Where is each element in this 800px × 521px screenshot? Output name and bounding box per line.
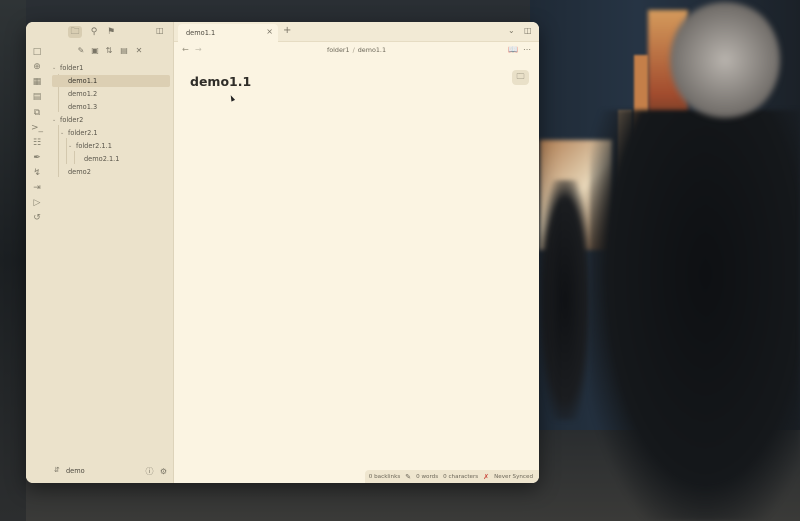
- status-bar: 0 backlinks ✎ 0 words 0 characters ✗ Nev…: [364, 470, 539, 483]
- chevron-down-icon: ⌄: [52, 117, 57, 123]
- canvas-icon[interactable]: ▦: [31, 76, 43, 88]
- file-item[interactable]: demo2: [52, 166, 170, 178]
- collapse-all-icon[interactable]: ▤: [118, 44, 130, 56]
- chevron-down-icon: ⌄: [60, 130, 65, 136]
- mouse-cursor: [228, 94, 236, 102]
- new-note-icon[interactable]: ✎: [75, 44, 87, 56]
- graph-icon[interactable]: ⊕: [31, 61, 43, 73]
- app-window: □ ⊕ ▦ ▤ ⧉ >_ ☷ ✒ ↯ ⇥ ▷ ↺ 🗀 ⚲ ⚑ ✎ ▣ ⇅ ▤ ✕: [26, 22, 539, 483]
- ribbon: □ ⊕ ▦ ▤ ⧉ >_ ☷ ✒ ↯ ⇥ ▷ ↺: [26, 22, 48, 483]
- character-count: 0 characters: [443, 473, 479, 480]
- search-icon[interactable]: ⚲: [88, 26, 100, 38]
- chevron-updown-icon: ⇵: [54, 466, 60, 474]
- close-icon[interactable]: ✕: [133, 44, 145, 56]
- backlinks-count[interactable]: 0 backlinks: [369, 474, 400, 480]
- bookmark-icon[interactable]: ⚑: [105, 26, 117, 38]
- history-icon[interactable]: ↺: [31, 212, 43, 224]
- sort-icon[interactable]: ⇅: [103, 44, 115, 56]
- new-tab-icon[interactable]: +: [283, 25, 291, 36]
- file-item[interactable]: demo1.2: [52, 88, 170, 100]
- vault-name: demo: [66, 467, 85, 475]
- file-item[interactable]: demo2.1.1: [76, 153, 170, 165]
- gear-icon[interactable]: ⚙: [158, 466, 169, 477]
- more-options-icon[interactable]: ⋯: [523, 45, 531, 54]
- tab-bar: ◫ demo1.1 × + ⌄ ◫: [156, 22, 539, 42]
- folder-icon[interactable]: 🗀: [68, 26, 82, 38]
- folder-item[interactable]: ⌄ folder2: [52, 114, 170, 126]
- export-icon[interactable]: ⇥: [31, 182, 43, 194]
- file-item-selected[interactable]: demo1.1: [52, 75, 170, 87]
- copy-icon[interactable]: ⧉: [31, 107, 43, 119]
- folder-item[interactable]: ⌄ folder2.1.1: [68, 140, 170, 152]
- chevron-down-icon: ⌄: [68, 143, 73, 149]
- vault-switcher[interactable]: ⇵ demo ⓘ ⚙: [48, 461, 174, 483]
- view-header: ← → folder1/demo1.1 📖 ⋯: [174, 43, 539, 59]
- chevron-down-icon[interactable]: ⌄: [508, 26, 515, 35]
- folder-item[interactable]: ⌄ folder2.1: [60, 127, 170, 139]
- chevron-down-icon: ⌄: [52, 65, 57, 71]
- file-explorer-sidebar: 🗀 ⚲ ⚑ ✎ ▣ ⇅ ▤ ✕ ⌄ folder1 demo1.1 demo1.: [48, 22, 174, 483]
- close-tab-icon[interactable]: ×: [266, 27, 273, 36]
- kanban-icon[interactable]: ☷: [31, 137, 43, 149]
- brush-icon[interactable]: ✒: [31, 152, 43, 164]
- right-sidebar-toggle-icon[interactable]: ◫: [524, 26, 532, 35]
- note-title[interactable]: demo1.1: [190, 74, 251, 89]
- pencil-icon[interactable]: ✎: [405, 473, 411, 481]
- terminal-icon[interactable]: >_: [31, 122, 43, 134]
- help-icon[interactable]: ⓘ: [144, 466, 155, 477]
- folder-item[interactable]: ⌄ folder1: [52, 62, 170, 74]
- sync-error-icon[interactable]: ✗: [483, 473, 489, 481]
- new-folder-icon[interactable]: ▣: [89, 44, 101, 56]
- reading-view-icon[interactable]: 📖: [508, 45, 518, 54]
- breadcrumb: folder1/demo1.1: [326, 46, 387, 54]
- sync-status[interactable]: Never Synced: [494, 474, 533, 480]
- calendar-icon[interactable]: ▤: [31, 91, 43, 103]
- editor-pane: ◫ demo1.1 × + ⌄ ◫ ← → folder1/demo1.1 📖 …: [156, 22, 539, 483]
- explorer-toolbar: ✎ ▣ ⇅ ▤ ✕: [48, 44, 174, 58]
- folder-icon[interactable]: 🗀: [512, 70, 529, 85]
- tab-demo1-1[interactable]: demo1.1 ×: [178, 24, 278, 42]
- bolt-icon[interactable]: ↯: [31, 167, 43, 179]
- sidebar-toggle-icon[interactable]: ◫: [156, 26, 164, 35]
- word-count: 0 words: [416, 473, 439, 480]
- slides-icon[interactable]: ▷: [31, 197, 43, 209]
- new-note-icon[interactable]: □: [31, 46, 43, 58]
- file-item[interactable]: demo1.3: [52, 101, 170, 113]
